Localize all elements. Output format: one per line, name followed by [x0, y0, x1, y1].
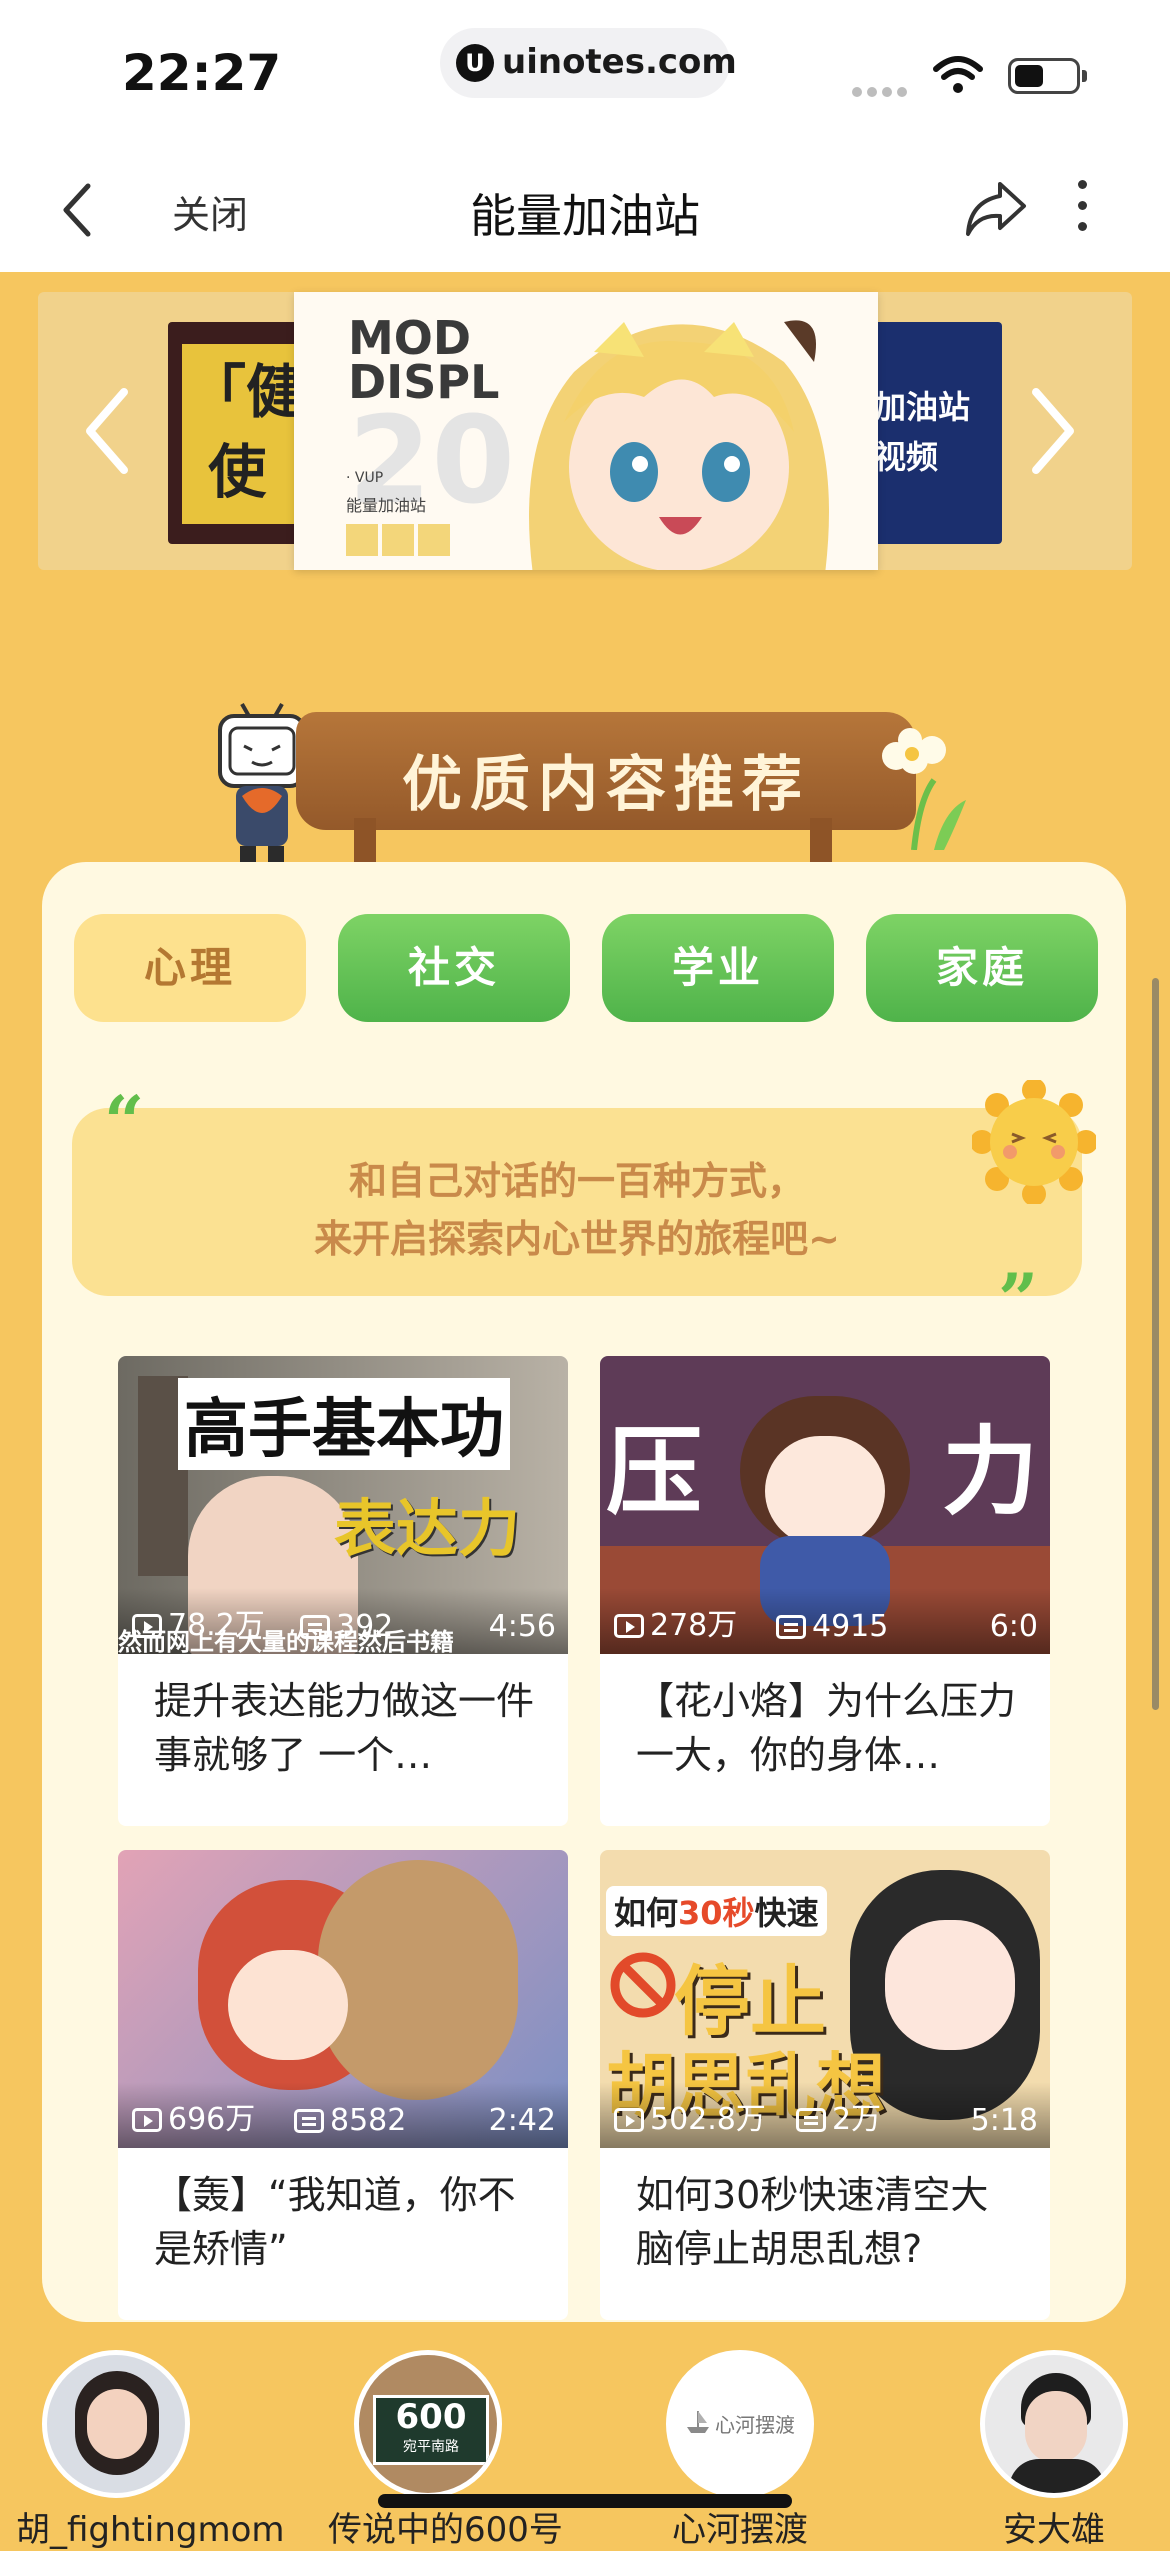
- tab-social[interactable]: 社交: [338, 914, 570, 1022]
- quote-line-2: 来开启探索内心世界的旅程吧~: [314, 1217, 840, 1261]
- view-count: 502.8万: [614, 2094, 766, 2138]
- thumb-title-1: 压: [606, 1416, 702, 1528]
- thumb-title-2: 力: [942, 1416, 1038, 1528]
- video-duration: 5:18: [970, 2103, 1038, 2138]
- thumb-title-1: 高手基本功: [178, 1378, 510, 1470]
- banner-subtitle: 能量加油站: [346, 496, 427, 515]
- banner-thumbnails: [346, 524, 454, 560]
- video-card[interactable]: 如何30秒快速 停止 胡思乱想 502.8万 2万 5:18 如何30秒快速清空…: [600, 1850, 1050, 2320]
- creator-item[interactable]: 600 宛平南路 传说中的600号: [328, 2350, 563, 2551]
- battery-icon: [1008, 58, 1087, 94]
- nav-bar: 关闭 能量加油站: [0, 150, 1170, 272]
- url-text: uinotes.com: [502, 42, 737, 82]
- creator-name: 胡_fightingmom: [16, 2510, 285, 2550]
- carousel-next-icon[interactable]: [1028, 386, 1078, 476]
- tab-family[interactable]: 家庭: [866, 914, 1098, 1022]
- quote-open-icon: “: [104, 1080, 145, 1163]
- creator-name: 传说中的600号: [328, 2510, 563, 2550]
- banner-slide-next[interactable]: 加油站 视频: [868, 322, 1002, 544]
- video-title[interactable]: 提升表达能力做这一件事就够了 一个…: [154, 1674, 534, 1782]
- video-thumbnail[interactable]: 压 力 278万 4915 6:0: [600, 1356, 1050, 1654]
- avatar[interactable]: [980, 2350, 1128, 2498]
- video-duration: 6:0: [989, 1609, 1038, 1644]
- category-tabs: 心理 社交 学业 家庭: [74, 914, 1104, 1022]
- creator-item[interactable]: 心河摆渡 心河摆渡: [640, 2350, 840, 2551]
- creator-item[interactable]: 安大雄: [954, 2350, 1154, 2551]
- tab-psychology[interactable]: 心理: [74, 914, 306, 1022]
- clock: 22:27: [122, 44, 282, 102]
- video-duration: 2:42: [488, 2103, 556, 2138]
- video-card[interactable]: 高手基本功 表达力 然而网上有大量的课程然后书籍 78.2万 392 4:56 …: [118, 1356, 568, 1826]
- danmaku-icon: [796, 2108, 826, 2132]
- avatar-logo-text: 心河摆渡: [715, 2413, 795, 2437]
- video-title[interactable]: 【花小烙】为什么压力一大，你的身体…: [636, 1674, 1016, 1782]
- cellular-signal-icon: [852, 82, 912, 97]
- video-title[interactable]: 【轰】“我知道，你不是矫情”: [154, 2168, 534, 2276]
- sun-icon: [972, 1080, 1096, 1204]
- banner-slide-current[interactable]: MOD DISPL 20 · VUP 能量加油站: [294, 292, 878, 570]
- girl-face: [885, 1920, 1015, 2050]
- video-card[interactable]: 696万 8582 2:42 【轰】“我知道，你不是矫情”: [118, 1850, 568, 2320]
- share-icon[interactable]: [962, 178, 1028, 238]
- banner-carousel[interactable]: 「健 使 加油站 视频 MOD DISPL 20 · VUP 能量加油站: [38, 292, 1132, 570]
- play-count-icon: [132, 1614, 162, 1638]
- site-logo-icon: U: [456, 44, 494, 82]
- girl-face: [765, 1436, 885, 1546]
- video-title[interactable]: 如何30秒快速清空大脑停止胡思乱想?: [636, 2168, 1016, 2276]
- banner-right-text: 加油站 视频: [874, 388, 971, 476]
- more-menu-icon[interactable]: [1078, 180, 1087, 243]
- play-count-icon: [614, 1614, 644, 1638]
- thumb-badge: 如何30秒快速: [606, 1886, 827, 1936]
- banner-tag: · VUP: [346, 470, 384, 486]
- view-count: 78.2万: [132, 1600, 265, 1644]
- video-duration: 4:56: [488, 1609, 556, 1644]
- creator-item[interactable]: 胡_fightingmom: [16, 2350, 285, 2551]
- creator-name: 安大雄: [1003, 2510, 1105, 2550]
- danmaku-icon: [776, 1615, 806, 1639]
- hugging-figure: [318, 1860, 518, 2100]
- avatar[interactable]: [42, 2350, 190, 2498]
- avatar[interactable]: 600 宛平南路: [354, 2350, 502, 2498]
- flower-icon: [882, 728, 966, 850]
- video-thumbnail[interactable]: 如何30秒快速 停止 胡思乱想 502.8万 2万 5:18: [600, 1850, 1050, 2148]
- quote-box: 和自己对话的一百种方式， 来开启探索内心世界的旅程吧~: [72, 1108, 1082, 1296]
- section-title: 优质内容推荐: [402, 750, 810, 820]
- face: [228, 1950, 348, 2060]
- home-indicator[interactable]: [378, 2494, 792, 2508]
- view-count: 278万: [614, 1600, 737, 1644]
- boat-icon: [687, 2411, 709, 2433]
- banner-heading: MOD DISPL: [348, 311, 500, 409]
- creator-name: 心河摆渡: [672, 2510, 808, 2550]
- carousel-prev-icon[interactable]: [82, 386, 132, 476]
- anime-character-illustration: [529, 320, 829, 570]
- danmaku-count: 392: [300, 1609, 393, 1644]
- content-card: 心理 社交 学业 家庭 和自己对话的一百种方式， 来开启探索内心世界的旅程吧~ …: [42, 862, 1126, 2322]
- scrollbar[interactable]: [1152, 978, 1159, 1710]
- play-count-icon: [614, 2108, 644, 2132]
- quote-line-1: 和自己对话的一百种方式，: [348, 1159, 805, 1203]
- section-title-sign: 优质内容推荐: [296, 712, 916, 830]
- thumb-title-2: 表达力: [334, 1492, 521, 1565]
- play-count-icon: [132, 2108, 162, 2132]
- quote-close-icon: ”: [998, 1258, 1039, 1341]
- stop-icon: [610, 1952, 676, 2018]
- view-count: 696万: [132, 2094, 255, 2138]
- tab-study[interactable]: 学业: [602, 914, 834, 1022]
- status-bar: 22:27 U uinotes.com: [0, 0, 1170, 150]
- wifi-icon: [933, 56, 983, 93]
- avatar-badge-number: 600: [395, 2397, 467, 2437]
- danmaku-count: 8582: [294, 2103, 406, 2138]
- video-thumbnail[interactable]: 696万 8582 2:42: [118, 1850, 568, 2148]
- danmaku-icon: [294, 2109, 324, 2133]
- video-thumbnail[interactable]: 高手基本功 表达力 然而网上有大量的课程然后书籍 78.2万 392 4:56: [118, 1356, 568, 1654]
- avatar[interactable]: 心河摆渡: [666, 2350, 814, 2498]
- danmaku-icon: [300, 1615, 330, 1639]
- avatar-badge-text: 宛平南路: [403, 2439, 459, 2455]
- danmaku-count: 2万: [796, 2094, 881, 2138]
- video-card[interactable]: 压 力 278万 4915 6:0 【花小烙】为什么压力一大，你的身体…: [600, 1356, 1050, 1826]
- banner-left-text: 「健 使: [188, 358, 305, 506]
- url-pill[interactable]: U uinotes.com: [440, 28, 737, 98]
- danmaku-count: 4915: [776, 1609, 888, 1644]
